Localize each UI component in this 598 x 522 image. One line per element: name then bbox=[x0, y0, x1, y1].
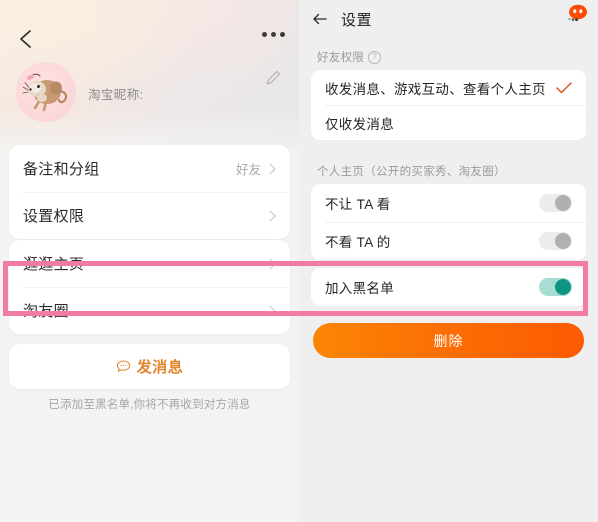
friend-permission-card: 收发消息、游戏互动、查看个人主页 仅收发消息 bbox=[311, 70, 586, 140]
option-label: 仅收发消息 bbox=[325, 116, 394, 132]
toggle-knob bbox=[555, 233, 571, 249]
chevron-right-icon bbox=[264, 162, 276, 175]
more-dots-icon bbox=[271, 32, 276, 37]
app-screen: 淘宝昵称: 备注和分组 好友 设置权限 逛逛主页 淘友圈 发消息 已添加至黑名单… bbox=[0, 0, 598, 522]
send-message-button[interactable]: 发消息 bbox=[9, 344, 290, 389]
avatar[interactable] bbox=[16, 62, 76, 122]
delete-button[interactable]: 删除 bbox=[313, 323, 584, 358]
row-trailing bbox=[264, 304, 276, 317]
row-remark-and-group[interactable]: 备注和分组 好友 bbox=[9, 145, 290, 192]
speech-bubble-icon bbox=[116, 360, 130, 373]
back-button[interactable] bbox=[14, 26, 40, 52]
row-label: 淘友圈 bbox=[23, 303, 69, 320]
option-message-only[interactable]: 仅收发消息 bbox=[311, 105, 586, 140]
toggle-knob bbox=[555, 279, 571, 295]
toggle-add-to-blacklist[interactable] bbox=[539, 278, 572, 296]
delete-button-label: 删除 bbox=[433, 332, 464, 349]
row-label: 逛逛主页 bbox=[23, 256, 85, 273]
more-dots-icon bbox=[262, 32, 267, 37]
send-message-card: 发消息 bbox=[9, 344, 290, 389]
toggle-hide-from-ta[interactable] bbox=[539, 194, 572, 212]
section-heading-label: 好友权限 bbox=[317, 52, 365, 64]
row-taoyouquan[interactable]: 淘友圈 bbox=[9, 287, 290, 334]
chevron-right-icon bbox=[264, 304, 276, 317]
section-heading-personal-homepage: 个人主页（公开的买家秀、淘友圈） bbox=[317, 163, 506, 179]
profile-card-one: 备注和分组 好友 设置权限 bbox=[9, 145, 290, 239]
send-message-label: 发消息 bbox=[136, 359, 184, 376]
more-options-button[interactable] bbox=[262, 32, 285, 37]
nickname-label: 淘宝昵称: bbox=[88, 88, 144, 102]
pencil-edit-icon[interactable] bbox=[263, 68, 283, 88]
row-trailing: 好友 bbox=[236, 159, 276, 178]
row-label: 备注和分组 bbox=[23, 161, 100, 178]
personal-homepage-card: 不让 TA 看 不看 TA 的 bbox=[311, 184, 586, 260]
option-full-permission[interactable]: 收发消息、游戏互动、查看个人主页 bbox=[311, 70, 586, 105]
row-trailing bbox=[264, 257, 276, 270]
row-trailing bbox=[264, 209, 276, 222]
profile-card-two: 逛逛主页 淘友圈 bbox=[9, 240, 290, 334]
avatar-image bbox=[16, 62, 76, 122]
row-hide-from-ta[interactable]: 不让 TA 看 bbox=[311, 184, 586, 222]
option-label: 收发消息、游戏互动、查看个人主页 bbox=[325, 81, 546, 97]
blacklist-note: 已添加至黑名单,你将不再收到对方消息 bbox=[48, 399, 251, 411]
more-dots-icon bbox=[280, 32, 285, 37]
checkmark-icon bbox=[556, 81, 572, 93]
mouse-cartoon-avatar-icon bbox=[22, 73, 68, 112]
row-hide-ta-content[interactable]: 不看 TA 的 bbox=[311, 222, 586, 260]
row-label: 设置权限 bbox=[23, 208, 85, 225]
question-mark-icon[interactable]: ? bbox=[368, 50, 382, 64]
chevron-right-icon bbox=[264, 257, 276, 270]
orange-chat-bubble-icon[interactable] bbox=[561, 4, 589, 28]
blacklist-card: 加入黑名单 bbox=[311, 268, 586, 306]
toggle-label: 不让 TA 看 bbox=[325, 197, 391, 212]
section-heading-label: 个人主页（公开的买家秀、淘友圈） bbox=[317, 166, 506, 178]
toggle-knob bbox=[555, 195, 571, 211]
row-guangguang-homepage[interactable]: 逛逛主页 bbox=[9, 240, 290, 287]
section-heading-friend-permission: 好友权限 ? bbox=[317, 49, 382, 65]
arrow-left-icon bbox=[313, 13, 327, 25]
settings-back-button[interactable] bbox=[311, 10, 329, 28]
chevron-right-icon bbox=[264, 209, 276, 222]
settings-panel: 设置 好友权限 ? 收发消息、游戏互动、查看个人主页 仅收发消息 个人主页（公开… bbox=[299, 0, 598, 522]
toggle-label: 不看 TA 的 bbox=[325, 235, 391, 250]
row-value: 好友 bbox=[235, 163, 261, 177]
settings-topbar: 设置 bbox=[299, 0, 598, 36]
row-add-to-blacklist[interactable]: 加入黑名单 bbox=[311, 268, 586, 306]
profile-panel: 淘宝昵称: 备注和分组 好友 设置权限 逛逛主页 淘友圈 发消息 已添加至黑名单… bbox=[0, 0, 299, 522]
settings-title: 设置 bbox=[341, 12, 373, 29]
chevron-left-icon bbox=[20, 30, 31, 48]
toggle-hide-ta-content[interactable] bbox=[539, 232, 572, 250]
blacklist-label: 加入黑名单 bbox=[325, 281, 394, 296]
row-set-permissions[interactable]: 设置权限 bbox=[9, 192, 290, 239]
